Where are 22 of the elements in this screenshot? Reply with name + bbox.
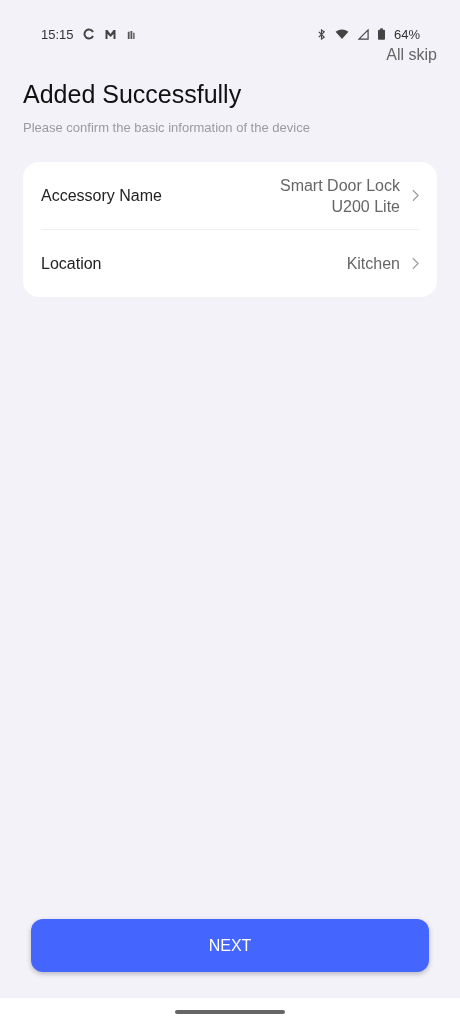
home-indicator[interactable] [175,1010,285,1014]
bluetooth-icon [316,28,326,40]
chevron-icon [412,189,419,202]
info-row[interactable]: Location Kitchen [41,230,419,297]
chevron-icon [412,257,419,270]
battery-icon [377,28,385,40]
page-title: Added Successfully [23,80,243,109]
row-value: Smart Door Lock U200 Lite [279,175,400,217]
sync-icon [82,28,95,40]
wifi-icon [334,28,349,40]
next-button[interactable]: NEXT [31,919,429,972]
status-time: 15:15 [41,26,74,42]
info-row[interactable]: Accessory Name Smart Door Lock U200 Lite [41,162,419,229]
battery-percentage: 64% [393,26,420,42]
mail-icon [103,28,117,40]
row-value: Kitchen [346,254,400,274]
signal-icon [357,28,369,40]
row-label: Accessory Name [41,186,163,205]
page-subtitle: Please confirm the basic information of the device [23,120,311,135]
skip-button[interactable]: All skip [386,46,437,64]
row-label: Location [41,254,103,273]
notification-icon [125,28,135,40]
